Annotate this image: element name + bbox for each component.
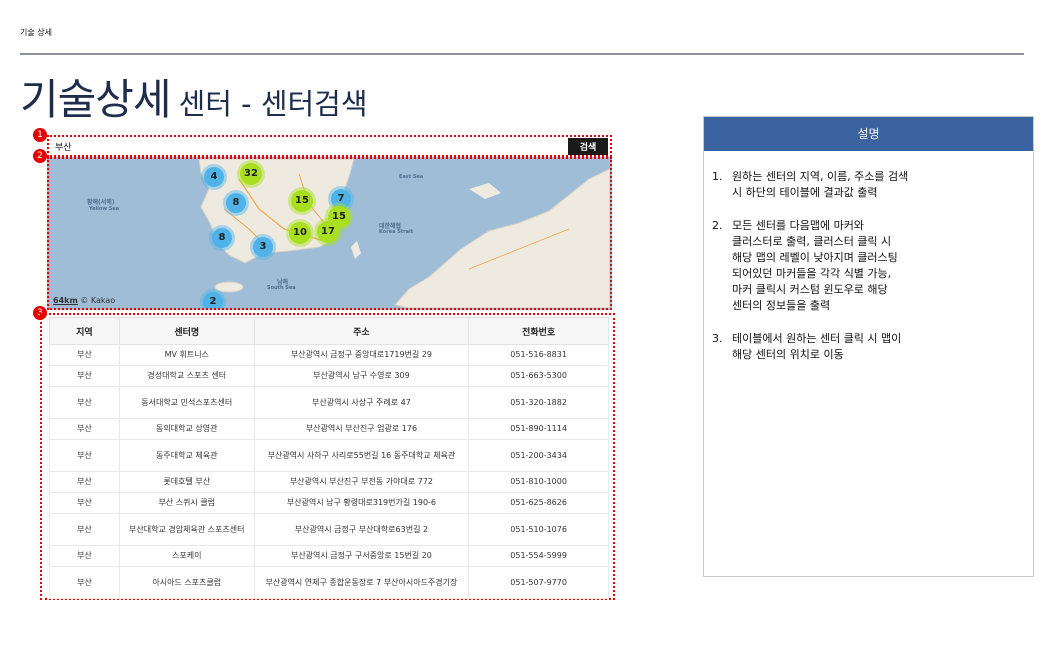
cell-address: 부산광역시 금정구 중앙대로1719번길 29 xyxy=(253,344,470,366)
table-row[interactable]: 부산 MV 휘트니스 부산광역시 금정구 중앙대로1719번길 29 051-5… xyxy=(49,344,609,366)
map-cluster[interactable]: 3 xyxy=(253,237,273,257)
description-header: 설명 xyxy=(704,117,1033,151)
header-divider xyxy=(20,53,1024,55)
cell-region: 부산 xyxy=(49,492,120,514)
cell-center-name: 동서대학교 민석스포츠센터 xyxy=(118,386,255,419)
search-bar: 검색 xyxy=(47,135,612,157)
search-button[interactable]: 검색 xyxy=(568,138,608,155)
cell-center-name: 동의대학교 상영관 xyxy=(118,418,255,440)
description-item: 2. 모든 센터를 다음맵에 마커와 클러스터로 출력, 클러스터 클릭 시 해… xyxy=(712,218,1012,314)
results-table: 지역 센터명 주소 전화번호 부산 MV 휘트니스 부산광역시 금정구 중앙대로… xyxy=(49,317,609,599)
description-item-number: 3. xyxy=(712,332,723,345)
map-cluster[interactable]: 32 xyxy=(240,163,262,185)
map-scale-value: 64km xyxy=(53,296,78,305)
column-header-center-name: 센터명 xyxy=(118,317,255,345)
table-row[interactable]: 부산 경성대학교 스포츠 센터 부산광역시 남구 수영로 309 051-663… xyxy=(49,365,609,387)
map-label-south-sea-en: South Sea xyxy=(267,285,296,291)
table-header-row: 지역 센터명 주소 전화번호 xyxy=(49,317,609,345)
cell-region: 부산 xyxy=(49,365,120,387)
cell-phone: 051-510-1076 xyxy=(468,513,609,546)
cell-center-name: MV 휘트니스 xyxy=(118,344,255,366)
cell-address: 부산광역시 부산진구 부전동 가야대로 772 xyxy=(253,471,470,493)
table-row[interactable]: 부산 부산 스퀴시 클럽 부산광역시 남구 황령대로319번가길 190-6 0… xyxy=(49,492,609,514)
page-title: 기술상세 센터 - 센터검색 xyxy=(20,66,368,127)
map-label-korea-strait-en: Korea Strait xyxy=(379,229,414,235)
map-view[interactable]: 황해(서해) Yellow Sea 대한해협 Korea Strait 남해 S… xyxy=(47,157,612,310)
cell-region: 부산 xyxy=(49,386,120,419)
page-title-sub: 센터 - 센터검색 xyxy=(178,87,368,121)
cell-address: 부산광역시 금정구 구서중앙로 15번길 20 xyxy=(253,545,470,567)
breadcrumb: 기술 상세 xyxy=(20,28,52,37)
cell-phone: 051-507-9770 xyxy=(468,566,609,599)
annotation-marker-1: 1 xyxy=(33,128,47,142)
description-item-number: 1. xyxy=(712,170,723,183)
cell-center-name: 동주대학교 체육관 xyxy=(118,439,255,472)
cell-phone: 051-890-1114 xyxy=(468,418,609,440)
cell-phone: 051-200-3434 xyxy=(468,439,609,472)
description-item-text: 테이블에서 원하는 센터 클릭 시 맵이 해당 센터의 위치로 이동 xyxy=(732,332,902,361)
cell-phone: 051-320-1882 xyxy=(468,386,609,419)
cell-address: 부산광역시 부산진구 엄광로 176 xyxy=(253,418,470,440)
map-cluster[interactable]: 4 xyxy=(204,167,224,187)
cell-center-name: 부산 스퀴시 클럽 xyxy=(118,492,255,514)
cell-region: 부산 xyxy=(49,566,120,599)
table-row[interactable]: 부산 동서대학교 민석스포츠센터 부산광역시 사상구 주례로 47 051-32… xyxy=(49,386,609,419)
table-row[interactable]: 부산 동의대학교 상영관 부산광역시 부산진구 엄광로 176 051-890-… xyxy=(49,418,609,440)
column-header-address: 주소 xyxy=(253,317,470,345)
map-cluster[interactable]: 2 xyxy=(203,292,223,308)
results-table-container: 지역 센터명 주소 전화번호 부산 MV 휘트니스 부산광역시 금정구 중앙대로… xyxy=(40,313,615,600)
description-item: 1. 원하는 센터의 지역, 이름, 주소를 검색 시 하단의 테이블에 결과값… xyxy=(712,169,1012,201)
cell-region: 부산 xyxy=(49,471,120,493)
cell-address: 부산광역시 금정구 부산대학로63번길 2 xyxy=(253,513,470,546)
cell-region: 부산 xyxy=(49,344,120,366)
cell-phone: 051-810-1000 xyxy=(468,471,609,493)
map-label-yellow-sea-en: Yellow Sea xyxy=(89,206,120,212)
map-cluster[interactable]: 15 xyxy=(291,190,313,212)
cell-address: 부산광역시 사하구 사리로55번길 16 동주대학교 체육관 xyxy=(253,439,470,472)
cell-center-name: 경성대학교 스포츠 센터 xyxy=(118,365,255,387)
page-title-main: 기술상세 xyxy=(20,75,172,124)
cell-region: 부산 xyxy=(49,418,120,440)
table-row[interactable]: 부산 롯데호텔 부산 부산광역시 부산진구 부전동 가야대로 772 051-8… xyxy=(49,471,609,493)
cell-region: 부산 xyxy=(49,513,120,546)
cell-center-name: 스포케이 xyxy=(118,545,255,567)
cell-address: 부산광역시 사상구 주례로 47 xyxy=(253,386,470,419)
cell-address: 부산광역시 연제구 종합운동장로 7 부산아시아드주경기장 xyxy=(253,566,470,599)
description-list: 1. 원하는 센터의 지역, 이름, 주소를 검색 시 하단의 테이블에 결과값… xyxy=(712,169,1012,380)
table-row[interactable]: 부산 아시아드 스포츠클럽 부산광역시 연제구 종합운동장로 7 부산아시아드주… xyxy=(49,566,609,599)
search-input[interactable] xyxy=(55,139,565,154)
cell-address: 부산광역시 남구 수영로 309 xyxy=(253,365,470,387)
table-row[interactable]: 부산 스포케이 부산광역시 금정구 구서중앙로 15번길 20 051-554-… xyxy=(49,545,609,567)
description-item-text: 모든 센터를 다음맵에 마커와 클러스터로 출력, 클러스터 클릭 시 해당 맵… xyxy=(732,219,898,312)
cell-address: 부산광역시 남구 황령대로319번가길 190-6 xyxy=(253,492,470,514)
column-header-region: 지역 xyxy=(49,317,120,345)
map-scale-bar: 64km © Kakao xyxy=(53,296,115,305)
cell-phone: 051-625-8626 xyxy=(468,492,609,514)
map-cluster[interactable]: 10 xyxy=(289,222,311,244)
cell-phone: 051-554-5999 xyxy=(468,545,609,567)
cell-center-name: 아시아드 스포츠클럽 xyxy=(118,566,255,599)
cell-center-name: 롯데호텔 부산 xyxy=(118,471,255,493)
column-header-phone: 전화번호 xyxy=(468,317,609,345)
map-attribution: © Kakao xyxy=(80,296,116,305)
table-row[interactable]: 부산 동주대학교 체육관 부산광역시 사하구 사리로55번길 16 동주대학교 … xyxy=(49,439,609,472)
cell-phone: 051-663-5300 xyxy=(468,365,609,387)
map-cluster[interactable]: 17 xyxy=(317,221,339,243)
cell-center-name: 부산대학교 경암체육관 스포츠센터 xyxy=(118,513,255,546)
description-item: 3. 테이블에서 원하는 센터 클릭 시 맵이 해당 센터의 위치로 이동 xyxy=(712,331,1012,363)
cell-region: 부산 xyxy=(49,545,120,567)
table-row[interactable]: 부산 부산대학교 경암체육관 스포츠센터 부산광역시 금정구 부산대학로63번길… xyxy=(49,513,609,546)
annotation-marker-2: 2 xyxy=(33,149,47,163)
map-cluster[interactable]: 8 xyxy=(212,228,232,248)
cell-phone: 051-516-8831 xyxy=(468,344,609,366)
map-label-yellow-sea: 황해(서해) xyxy=(87,199,115,206)
map-cluster[interactable]: 8 xyxy=(226,193,246,213)
description-panel: 설명 1. 원하는 센터의 지역, 이름, 주소를 검색 시 하단의 테이블에 … xyxy=(703,116,1034,577)
description-item-number: 2. xyxy=(712,219,723,232)
description-item-text: 원하는 센터의 지역, 이름, 주소를 검색 시 하단의 테이블에 결과값 출력 xyxy=(732,170,909,199)
map-label-east-sea: East Sea xyxy=(399,174,424,180)
cell-region: 부산 xyxy=(49,439,120,472)
